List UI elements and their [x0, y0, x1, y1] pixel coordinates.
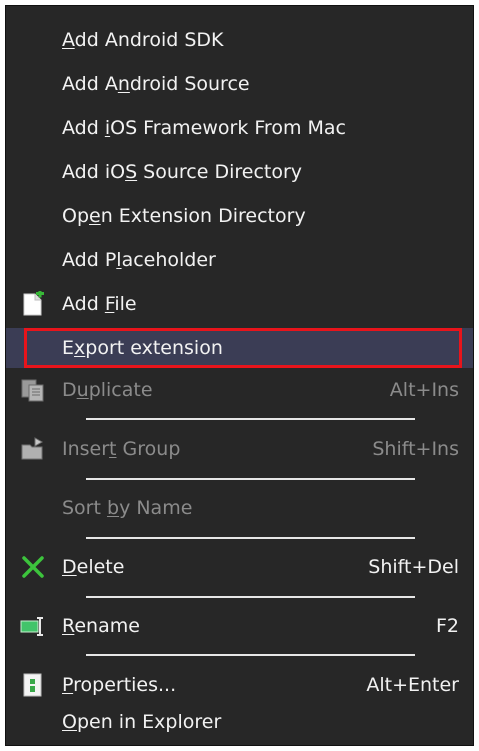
- menu-item-label: Open Extension Directory: [62, 205, 306, 227]
- context-menu: Add Android SDK Add Android Source Add i…: [5, 5, 474, 746]
- menu-item-open-in-explorer[interactable]: Open in Explorer: [6, 702, 473, 742]
- menu-item-add-android-sdk[interactable]: Add Android SDK: [6, 20, 473, 60]
- menu-item-label: Rename: [62, 615, 140, 637]
- menu-separator: [86, 596, 415, 598]
- menu-item-add-android-source[interactable]: Add Android Source: [6, 64, 473, 104]
- menu-item-label: Add iOS Framework From Mac: [62, 117, 346, 139]
- menu-item-sort-by-name: Sort by Name: [6, 488, 473, 528]
- menu-item-label: Duplicate: [62, 379, 153, 401]
- insert-group-icon: [21, 437, 44, 460]
- menu-item-label: Add File: [62, 293, 137, 315]
- menu-item-delete[interactable]: Delete Shift+Del: [6, 547, 473, 587]
- shortcut-text: Shift+Del: [368, 556, 459, 578]
- menu-item-label: Delete: [62, 556, 125, 578]
- shortcut-text: Shift+Ins: [372, 438, 459, 460]
- add-file-icon: [23, 291, 44, 316]
- shortcut-text: Alt+Enter: [366, 674, 459, 696]
- menu-item-label: Insert Group: [62, 438, 181, 460]
- rename-icon: [20, 617, 43, 636]
- properties-icon: [23, 673, 42, 697]
- menu-item-add-file[interactable]: Add File: [6, 284, 473, 324]
- duplicate-icon: [21, 379, 44, 402]
- menu-item-label: Add Android Source: [62, 73, 250, 95]
- menu-item-label: Add Android SDK: [62, 29, 224, 51]
- menu-item-label: Add iOS Source Directory: [62, 161, 303, 183]
- menu-separator: [86, 478, 415, 480]
- menu-item-add-placeholder[interactable]: Add Placeholder: [6, 240, 473, 280]
- menu-item-label: Open in Explorer: [62, 711, 222, 733]
- menu-item-add-ios-framework[interactable]: Add iOS Framework From Mac: [6, 108, 473, 148]
- menu-item-insert-group: Insert Group Shift+Ins: [6, 429, 473, 469]
- menu-item-label: Export extension: [62, 337, 223, 359]
- menu-separator: [86, 654, 415, 656]
- menu-item-label: Properties...: [62, 674, 177, 696]
- shortcut-text: Alt+Ins: [389, 379, 459, 401]
- menu-item-label: Add Placeholder: [62, 249, 216, 271]
- menu-separator: [86, 537, 415, 539]
- menu-separator: [86, 418, 415, 420]
- menu-item-duplicate: Duplicate Alt+Ins: [6, 370, 473, 410]
- menu-item-rename[interactable]: Rename F2: [6, 606, 473, 646]
- menu-item-add-ios-source-directory[interactable]: Add iOS Source Directory: [6, 152, 473, 192]
- shortcut-text: F2: [435, 615, 459, 637]
- menu-item-export-extension[interactable]: Export extension: [6, 328, 473, 368]
- menu-item-open-extension-directory[interactable]: Open Extension Directory: [6, 196, 473, 236]
- menu-item-label: Sort by Name: [62, 497, 193, 519]
- menu-item-properties[interactable]: Properties... Alt+Enter: [6, 665, 473, 705]
- delete-icon: [22, 556, 44, 578]
